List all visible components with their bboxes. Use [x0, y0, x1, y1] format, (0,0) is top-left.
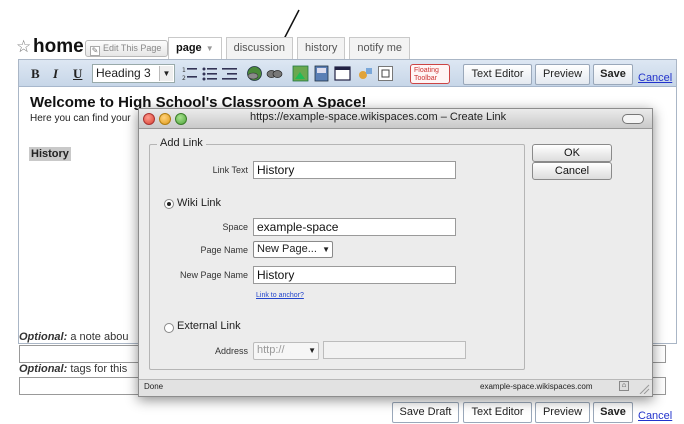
bold-button[interactable]: B [31, 66, 40, 82]
bottom-cancel-label: Cancel [638, 410, 673, 422]
chevron-down-icon: ▼ [308, 346, 316, 355]
note-label: Optional: a note abou [19, 331, 128, 343]
protocol-select[interactable]: http:// ▼ [253, 342, 319, 360]
new-page-name-label: New Page Name [179, 270, 248, 280]
space-label: Space [222, 222, 248, 232]
dialog-title: https://example-space.wikispaces.com – C… [250, 111, 507, 123]
text-editor-button[interactable]: Text Editor [463, 64, 532, 85]
cancel-link-label: Cancel [638, 72, 673, 84]
edit-page-label: Edit This Page [103, 43, 162, 53]
bottom-cancel-link[interactable]: Cancel [638, 406, 672, 424]
special-char-icon[interactable] [377, 65, 394, 82]
cancel-link[interactable]: Cancel [638, 68, 672, 86]
note-input[interactable] [19, 345, 139, 363]
link-text-field[interactable]: History [253, 161, 456, 179]
insert-table-icon[interactable] [334, 65, 351, 82]
floating-toolbar-button[interactable]: Floating Toolbar [410, 64, 450, 84]
tab-page-label: page [176, 42, 202, 54]
minimize-window-icon[interactable] [159, 113, 171, 125]
page-title: home [33, 36, 84, 57]
tags-label: Optional: tags for this [19, 363, 127, 375]
star-icon[interactable]: ☆ [16, 37, 31, 57]
external-link-radio[interactable] [164, 323, 174, 333]
svg-text:1: 1 [182, 67, 186, 74]
page-name-label: Page Name [200, 245, 248, 255]
edit-page-button[interactable]: ✎ Edit This Page [85, 40, 169, 57]
add-link-group-title: Add Link [157, 137, 206, 149]
heading-select[interactable]: Heading 3 ▼ [92, 64, 175, 83]
new-page-name-field[interactable]: History [253, 266, 456, 284]
page-name-select-value: New Page... [257, 243, 317, 255]
tab-notify-me[interactable]: notify me [349, 37, 411, 59]
tab-history[interactable]: history [296, 37, 346, 59]
selected-text: History [29, 147, 71, 161]
toolbar-toggle-icon[interactable] [622, 114, 644, 124]
chevron-down-icon: ▼ [159, 66, 173, 81]
address-field[interactable] [323, 341, 466, 359]
page-tabs: page ▼ discussion history notify me [168, 37, 411, 59]
indent-icon[interactable] [221, 65, 238, 82]
insert-file-icon[interactable] [313, 65, 330, 82]
tab-history-label: history [304, 42, 338, 54]
resize-grip-icon[interactable] [638, 383, 650, 394]
note-label-rest: a note abou [67, 331, 129, 343]
insert-widget-icon[interactable] [357, 65, 374, 82]
svg-text:2: 2 [182, 75, 186, 82]
bullet-list-icon[interactable] [201, 65, 218, 82]
status-text: Done [144, 382, 164, 391]
bottom-text-editor-button[interactable]: Text Editor [463, 402, 532, 423]
insert-image-icon[interactable] [292, 65, 309, 82]
bottom-preview-button[interactable]: Preview [535, 402, 590, 423]
external-link-label: External Link [177, 320, 241, 332]
save-draft-button[interactable]: Save Draft [392, 402, 459, 423]
zoom-window-icon[interactable] [175, 113, 187, 125]
tab-notify-label: notify me [357, 42, 403, 54]
link-text-label: Link Text [212, 165, 248, 175]
heading-select-value: Heading 3 [96, 66, 151, 80]
pencil-icon: ✎ [90, 46, 100, 56]
preview-button[interactable]: Preview [535, 64, 590, 85]
wiki-link-label: Wiki Link [177, 197, 222, 209]
bottom-save-button[interactable]: Save [593, 402, 633, 423]
intro-text: Here you can find your [30, 113, 131, 124]
chevron-down-icon: ▼ [322, 245, 330, 254]
tags-label-rest: tags for this [67, 363, 128, 375]
tab-discussion-label: discussion [233, 42, 285, 54]
underline-button[interactable]: U [73, 66, 82, 82]
chevron-down-icon: ▼ [205, 44, 214, 53]
link-to-anchor-link[interactable]: Link to anchor? [256, 292, 304, 299]
protocol-select-value: http:// [257, 344, 285, 356]
tags-input[interactable] [19, 377, 139, 395]
tags-label-em: Optional: [19, 363, 68, 375]
wiki-link-radio[interactable] [164, 199, 174, 209]
numbered-list-icon[interactable]: 1 2 [181, 65, 198, 82]
close-window-icon[interactable] [143, 113, 155, 125]
floating-toolbar-label: Floating Toolbar [414, 67, 439, 82]
address-label: Address [214, 346, 248, 356]
status-domain: example-space.wikispaces.com [480, 382, 593, 391]
page-name-select[interactable]: New Page... ▼ [253, 241, 333, 258]
space-field[interactable]: example-space [253, 218, 456, 236]
dialog-cancel-button[interactable]: Cancel [532, 162, 612, 180]
italic-button[interactable]: I [53, 66, 58, 82]
insert-external-link-icon[interactable] [266, 65, 283, 82]
tab-page[interactable]: page ▼ [168, 37, 222, 59]
ok-button[interactable]: OK [532, 144, 612, 162]
note-label-em: Optional: [19, 331, 68, 343]
lock-icon: ⌂ [619, 381, 629, 391]
insert-link-icon[interactable] [246, 65, 263, 82]
save-button[interactable]: Save [593, 64, 633, 85]
tab-discussion[interactable]: discussion [225, 37, 293, 59]
